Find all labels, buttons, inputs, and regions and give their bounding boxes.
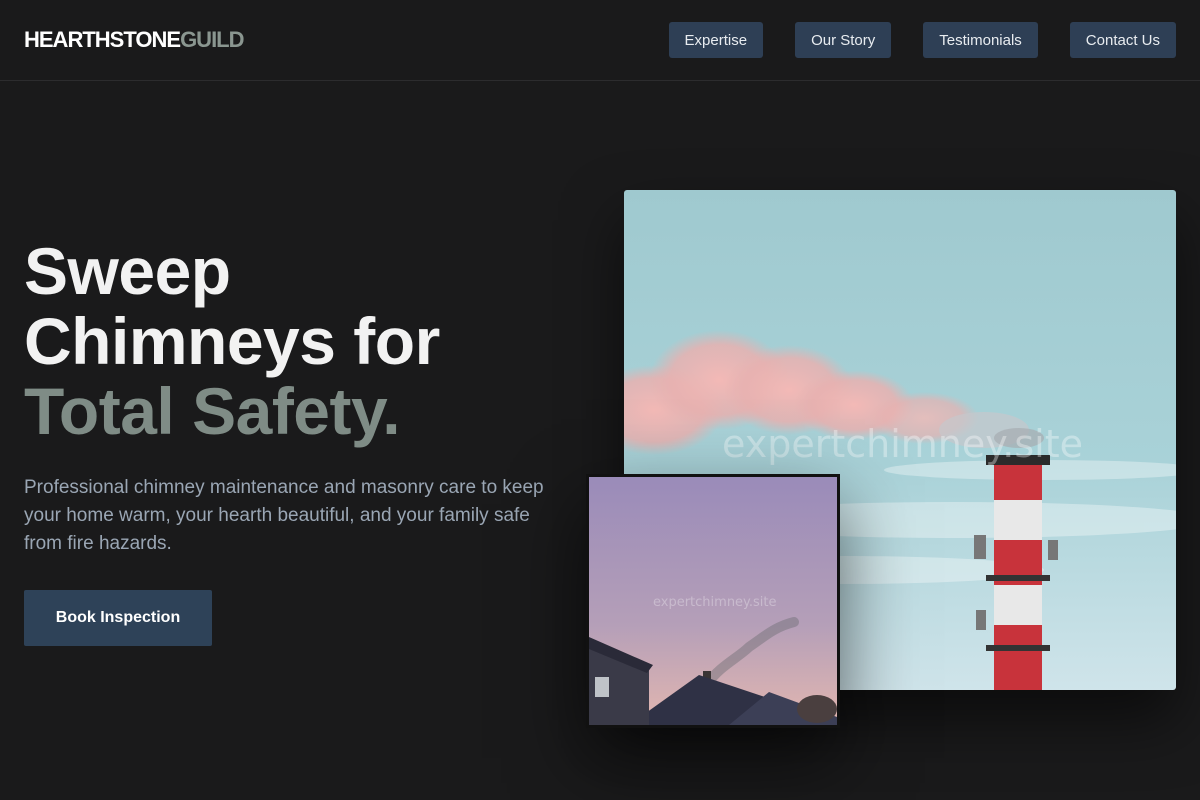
- site-header: HEARTHSTONEGUILD Expertise Our Story Tes…: [0, 0, 1200, 81]
- brand-logo-secondary: GUILD: [180, 27, 244, 52]
- book-inspection-button[interactable]: Book Inspection: [24, 590, 212, 646]
- hero-title-line-1: Sweep: [24, 234, 231, 308]
- nav-testimonials-button[interactable]: Testimonials: [923, 22, 1038, 58]
- hero-title-line-3: Total Safety.: [24, 374, 401, 448]
- main-photo-watermark: expertchimney.site: [722, 422, 1084, 466]
- main-nav: Expertise Our Story Testimonials Contact…: [668, 22, 1176, 58]
- nav-contact-us-button[interactable]: Contact Us: [1069, 22, 1176, 58]
- hero-description: Professional chimney maintenance and mas…: [24, 477, 544, 554]
- secondary-photo-watermark: expertchimney.site: [653, 595, 777, 610]
- brand-logo[interactable]: HEARTHSTONEGUILD: [24, 27, 245, 53]
- rooftop-photo: expertchimney.site: [586, 474, 840, 728]
- brand-logo-primary: HEARTHSTONE: [24, 27, 181, 52]
- nav-our-story-button[interactable]: Our Story: [795, 22, 892, 58]
- nav-expertise-button[interactable]: Expertise: [668, 22, 764, 58]
- hero-title: Sweep Chimneys for Total Safety.: [24, 236, 584, 446]
- hero-title-line-2: Chimneys for: [24, 304, 440, 378]
